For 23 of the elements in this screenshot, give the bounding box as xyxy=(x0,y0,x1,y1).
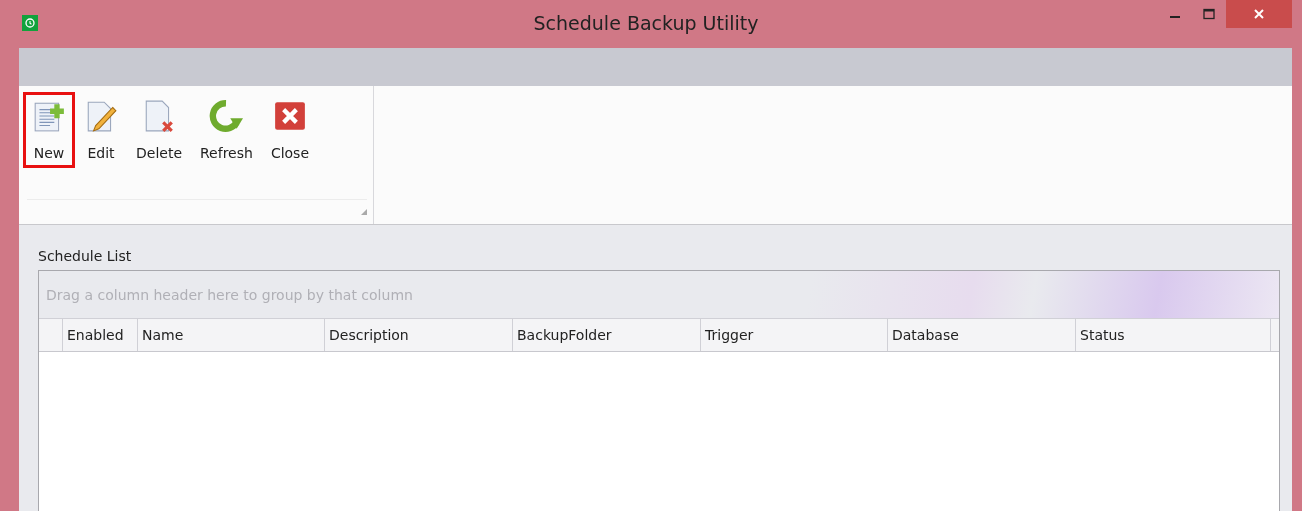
app-icon xyxy=(22,15,38,31)
group-panel-hint: Drag a column header here to group by that column xyxy=(46,286,413,303)
edit-button[interactable]: Edit xyxy=(75,92,127,168)
column-header[interactable]: Trigger xyxy=(701,319,888,351)
close-button[interactable]: Close xyxy=(261,92,318,168)
column-header[interactable]: Enabled xyxy=(63,319,138,351)
new-button[interactable]: New xyxy=(23,92,75,168)
refresh-button[interactable]: Refresh xyxy=(191,92,262,168)
group-title: Schedule List xyxy=(38,248,133,264)
refresh-icon xyxy=(209,99,244,133)
delete-button[interactable]: Delete xyxy=(127,92,191,168)
column-header[interactable]: Name xyxy=(138,319,325,351)
window-title: Schedule Backup Utility xyxy=(532,12,760,34)
maximize-icon xyxy=(1203,8,1215,20)
close-icon xyxy=(272,99,307,133)
minimize-icon xyxy=(1170,16,1180,18)
close-icon xyxy=(1253,8,1265,20)
column-header[interactable]: Status xyxy=(1076,319,1271,351)
column-header[interactable]: Description xyxy=(325,319,513,351)
column-header[interactable]: Database xyxy=(888,319,1076,351)
column-header[interactable]: BackupFolder xyxy=(513,319,701,351)
dialog-launcher-icon xyxy=(361,209,367,215)
close-button[interactable] xyxy=(1226,0,1292,28)
